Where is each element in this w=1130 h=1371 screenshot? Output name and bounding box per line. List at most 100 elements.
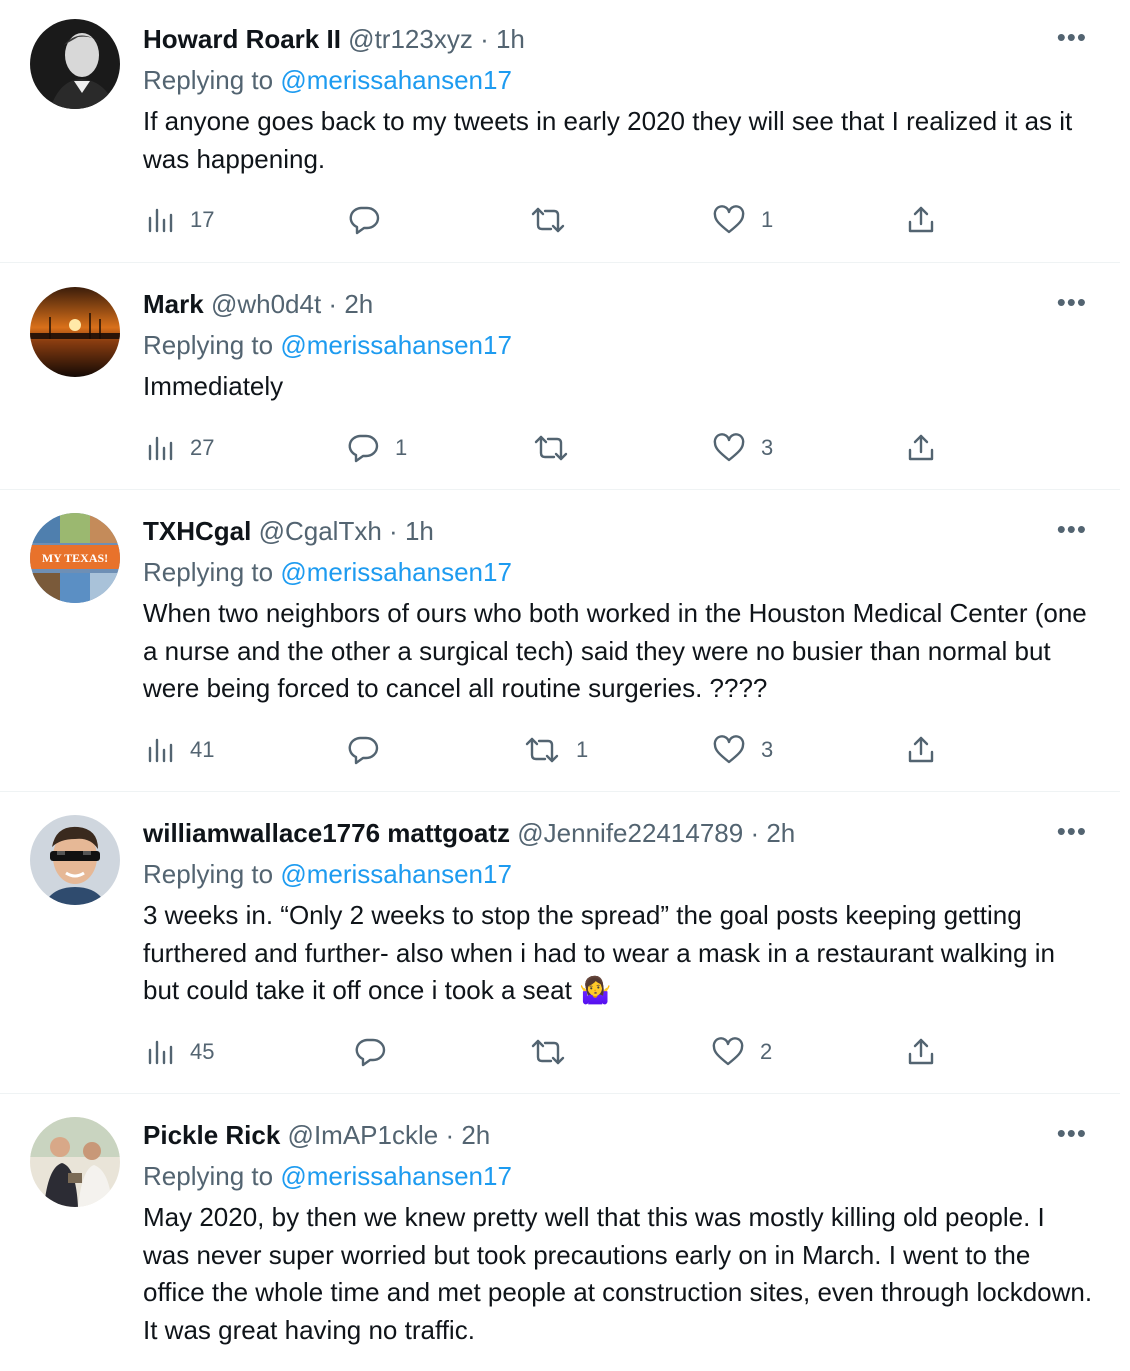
avatar[interactable] <box>30 815 120 905</box>
reply-tweet[interactable]: Mark @wh0d4t · 2h ••• Replying to @meris… <box>0 263 1120 490</box>
views-button[interactable]: 17 <box>146 200 214 240</box>
share-button[interactable] <box>906 730 936 770</box>
reply-button[interactable] <box>354 1032 402 1072</box>
user-handle[interactable]: @ImAP1ckle <box>288 1120 439 1150</box>
separator-dot: · <box>480 24 489 54</box>
tweet-text: Immediately <box>143 371 284 401</box>
share-button[interactable] <box>906 200 936 240</box>
retweet-button[interactable]: 1 <box>524 730 588 770</box>
share-button[interactable] <box>906 1032 936 1072</box>
bar-chart-icon <box>148 436 173 461</box>
views-count: 17 <box>190 207 215 232</box>
avatar[interactable]: MY TEXAS! <box>30 513 120 603</box>
replying-to: Replying to @merissahansen17 <box>143 1159 512 1193</box>
mention-link[interactable]: @merissahansen17 <box>280 330 512 360</box>
bar-chart-icon <box>148 1040 173 1065</box>
speech-bubble-icon <box>348 736 379 765</box>
retweet-arrows-icon <box>534 435 568 461</box>
reply-button[interactable]: 1 <box>347 428 407 468</box>
display-name[interactable]: Mark <box>143 289 204 319</box>
reply-button[interactable] <box>348 200 396 240</box>
user-handle[interactable]: @wh0d4t <box>211 289 321 319</box>
replying-to: Replying to @merissahansen17 <box>143 328 512 362</box>
views-button[interactable]: 41 <box>146 730 214 770</box>
like-count: 3 <box>761 737 774 762</box>
share-button[interactable] <box>906 428 936 468</box>
mention-link[interactable]: @merissahansen17 <box>280 1161 512 1191</box>
avatar[interactable] <box>30 19 120 109</box>
share-upload-icon <box>908 434 934 461</box>
like-button[interactable]: 3 <box>713 730 773 770</box>
mention-link[interactable]: @merissahansen17 <box>280 859 512 889</box>
display-name[interactable]: Pickle Rick <box>143 1120 280 1150</box>
reply-tweet[interactable]: williamwallace1776 mattgoatz @Jennife224… <box>0 792 1120 1094</box>
like-button[interactable]: 2 <box>712 1032 772 1072</box>
retweet-button[interactable] <box>530 200 582 240</box>
display-name[interactable]: TXHCgal <box>143 516 251 546</box>
tweet-header: Mark @wh0d4t · 2h <box>143 287 373 321</box>
display-name[interactable]: Howard Roark II <box>143 24 341 54</box>
mention-link[interactable]: @merissahansen17 <box>280 65 512 95</box>
replying-to-label: Replying to <box>143 1161 274 1191</box>
timestamp[interactable]: 1h <box>496 24 525 54</box>
more-options-button[interactable]: ••• <box>1057 287 1087 317</box>
separator-dot: · <box>445 1120 455 1150</box>
replying-to-label: Replying to <box>143 859 274 889</box>
mention-link[interactable]: @merissahansen17 <box>280 557 512 587</box>
separator-dot: · <box>750 818 760 848</box>
action-bar: 45 2 <box>0 1032 1120 1072</box>
heart-icon <box>712 1037 744 1066</box>
tweet-header: TXHCgal @CgalTxh · 1h <box>143 514 434 548</box>
views-count: 41 <box>190 737 215 762</box>
heart-icon <box>713 735 745 764</box>
like-button[interactable]: 1 <box>713 200 773 240</box>
tweet-text: 3 weeks in. “Only 2 weeks to stop the sp… <box>143 900 1055 1005</box>
reply-button[interactable] <box>347 730 395 770</box>
views-button[interactable]: 27 <box>146 428 214 468</box>
replying-to-label: Replying to <box>143 330 274 360</box>
reply-tweet[interactable]: Pickle Rick @ImAP1ckle · 2h ••• Replying… <box>0 1094 1120 1371</box>
retweet-count: 1 <box>576 737 589 762</box>
timestamp[interactable]: 1h <box>405 516 434 546</box>
tweet-text: If anyone goes back to my tweets in earl… <box>143 106 1073 174</box>
retweet-arrows-icon <box>531 1039 565 1065</box>
timestamp[interactable]: 2h <box>461 1120 490 1150</box>
like-button[interactable]: 3 <box>713 428 773 468</box>
avatar[interactable] <box>30 1117 120 1207</box>
replying-to: Replying to @merissahansen17 <box>143 555 512 589</box>
user-handle[interactable]: @CgalTxh <box>259 516 382 546</box>
reply-tweet[interactable]: MY TEXAS! TXHCgal @CgalTxh · 1h ••• Repl… <box>0 490 1120 792</box>
avatar-text: MY TEXAS! <box>42 551 108 565</box>
replying-to: Replying to @merissahansen17 <box>143 63 512 97</box>
more-options-button[interactable]: ••• <box>1057 514 1087 544</box>
avatar[interactable] <box>30 287 120 377</box>
views-button[interactable]: 45 <box>146 1032 214 1072</box>
like-count: 2 <box>760 1039 773 1064</box>
action-bar: 17 1 <box>0 200 1120 240</box>
replying-to-label: Replying to <box>143 557 274 587</box>
action-bar: 41 1 3 <box>0 730 1120 770</box>
avatar-photo: MY TEXAS! <box>30 513 120 603</box>
tweet-header: Pickle Rick @ImAP1ckle · 2h <box>143 1118 490 1152</box>
action-bar: 27 1 3 <box>0 428 1120 468</box>
user-handle[interactable]: @tr123xyz <box>348 24 473 54</box>
bar-chart-icon <box>148 738 173 763</box>
more-options-button[interactable]: ••• <box>1057 22 1087 52</box>
more-options-button[interactable]: ••• <box>1057 1118 1087 1148</box>
timestamp[interactable]: 2h <box>344 289 373 319</box>
retweet-button[interactable] <box>533 428 585 468</box>
timestamp[interactable]: 2h <box>766 818 795 848</box>
user-handle[interactable]: @Jennife22414789 <box>517 818 743 848</box>
tweet-text: May 2020, by then we knew pretty well th… <box>143 1202 1093 1345</box>
tweet-header: williamwallace1776 mattgoatz @Jennife224… <box>143 816 795 850</box>
more-options-button[interactable]: ••• <box>1057 816 1087 846</box>
speech-bubble-icon <box>349 206 380 235</box>
retweet-button[interactable] <box>530 1032 582 1072</box>
like-count: 3 <box>761 435 774 460</box>
share-upload-icon <box>908 1038 934 1065</box>
reply-tweet[interactable]: Howard Roark II @tr123xyz · 1h ••• Reply… <box>0 0 1120 263</box>
avatar-photo <box>30 19 120 109</box>
replying-to: Replying to @merissahansen17 <box>143 857 512 891</box>
avatar-photo <box>30 815 120 905</box>
display-name[interactable]: williamwallace1776 mattgoatz <box>143 818 510 848</box>
